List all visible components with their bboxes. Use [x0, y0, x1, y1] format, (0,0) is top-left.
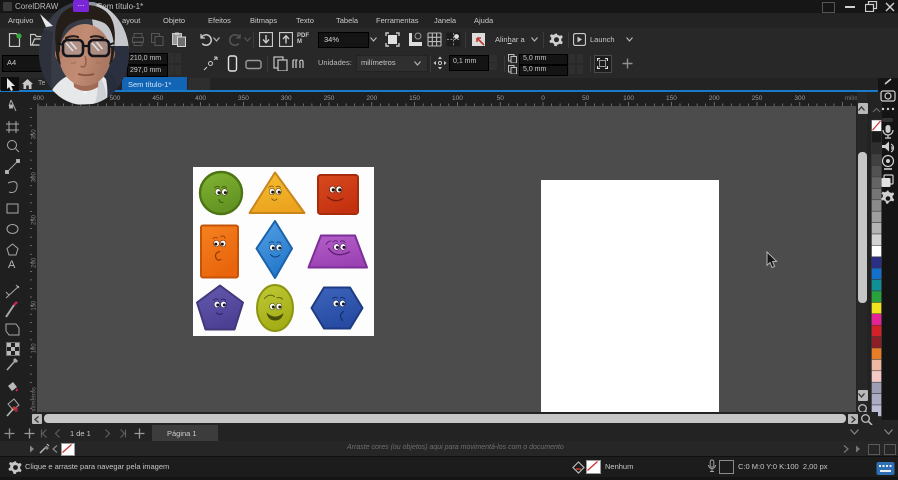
- svg-text:50: 50: [497, 95, 505, 102]
- svg-text:200: 200: [32, 257, 38, 268]
- svg-text:150: 150: [409, 95, 420, 102]
- svg-text:300: 300: [794, 95, 805, 102]
- svg-text:0: 0: [541, 95, 545, 102]
- svg-text:250: 250: [32, 214, 38, 225]
- svg-text:400: 400: [195, 95, 206, 102]
- svg-text:350: 350: [238, 95, 249, 102]
- svg-text:300: 300: [281, 95, 292, 102]
- svg-text:100: 100: [32, 343, 38, 354]
- svg-text:A: A: [8, 259, 16, 271]
- svg-text:250: 250: [324, 95, 335, 102]
- svg-text:150: 150: [666, 95, 677, 102]
- svg-text:200: 200: [366, 95, 377, 102]
- svg-text:200: 200: [709, 95, 720, 102]
- svg-text:milímetros: milímetros: [32, 387, 38, 412]
- svg-text:350: 350: [32, 129, 38, 140]
- svg-text:50: 50: [582, 95, 590, 102]
- svg-text:300: 300: [32, 172, 38, 183]
- svg-text:100: 100: [623, 95, 634, 102]
- svg-text:150: 150: [32, 300, 38, 311]
- svg-text:450: 450: [152, 95, 163, 102]
- svg-text:250: 250: [752, 95, 763, 102]
- svg-text:100: 100: [452, 95, 463, 102]
